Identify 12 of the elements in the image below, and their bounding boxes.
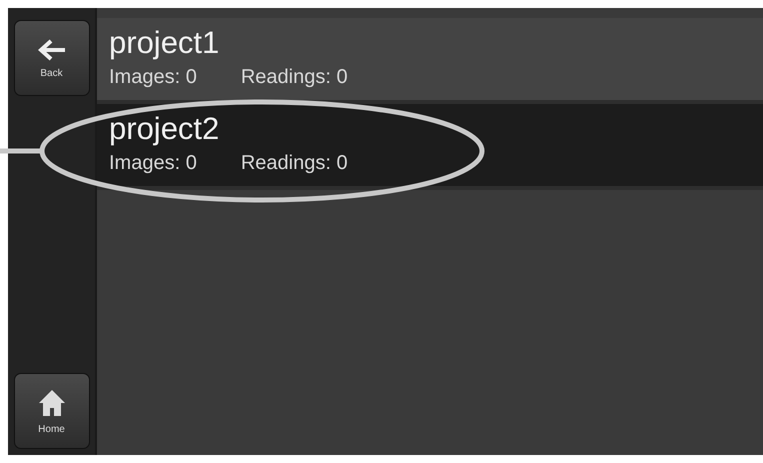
house-icon xyxy=(36,388,66,418)
project-name: project1 xyxy=(109,24,220,62)
home-button[interactable]: Home xyxy=(14,373,90,449)
readings-count: Readings: 0 xyxy=(240,151,348,176)
images-count: Images: 0 xyxy=(109,151,197,176)
readings-count: Readings: 0 xyxy=(240,65,348,90)
project-row[interactable]: project2 Images: 0 Readings: 0 xyxy=(97,104,763,190)
project-name: project2 xyxy=(109,110,220,148)
back-button[interactable]: Back xyxy=(14,20,90,96)
images-count: Images: 0 xyxy=(109,65,197,90)
left-arrow-icon xyxy=(36,38,66,62)
project-row[interactable]: project1 Images: 0 Readings: 0 xyxy=(97,18,763,104)
